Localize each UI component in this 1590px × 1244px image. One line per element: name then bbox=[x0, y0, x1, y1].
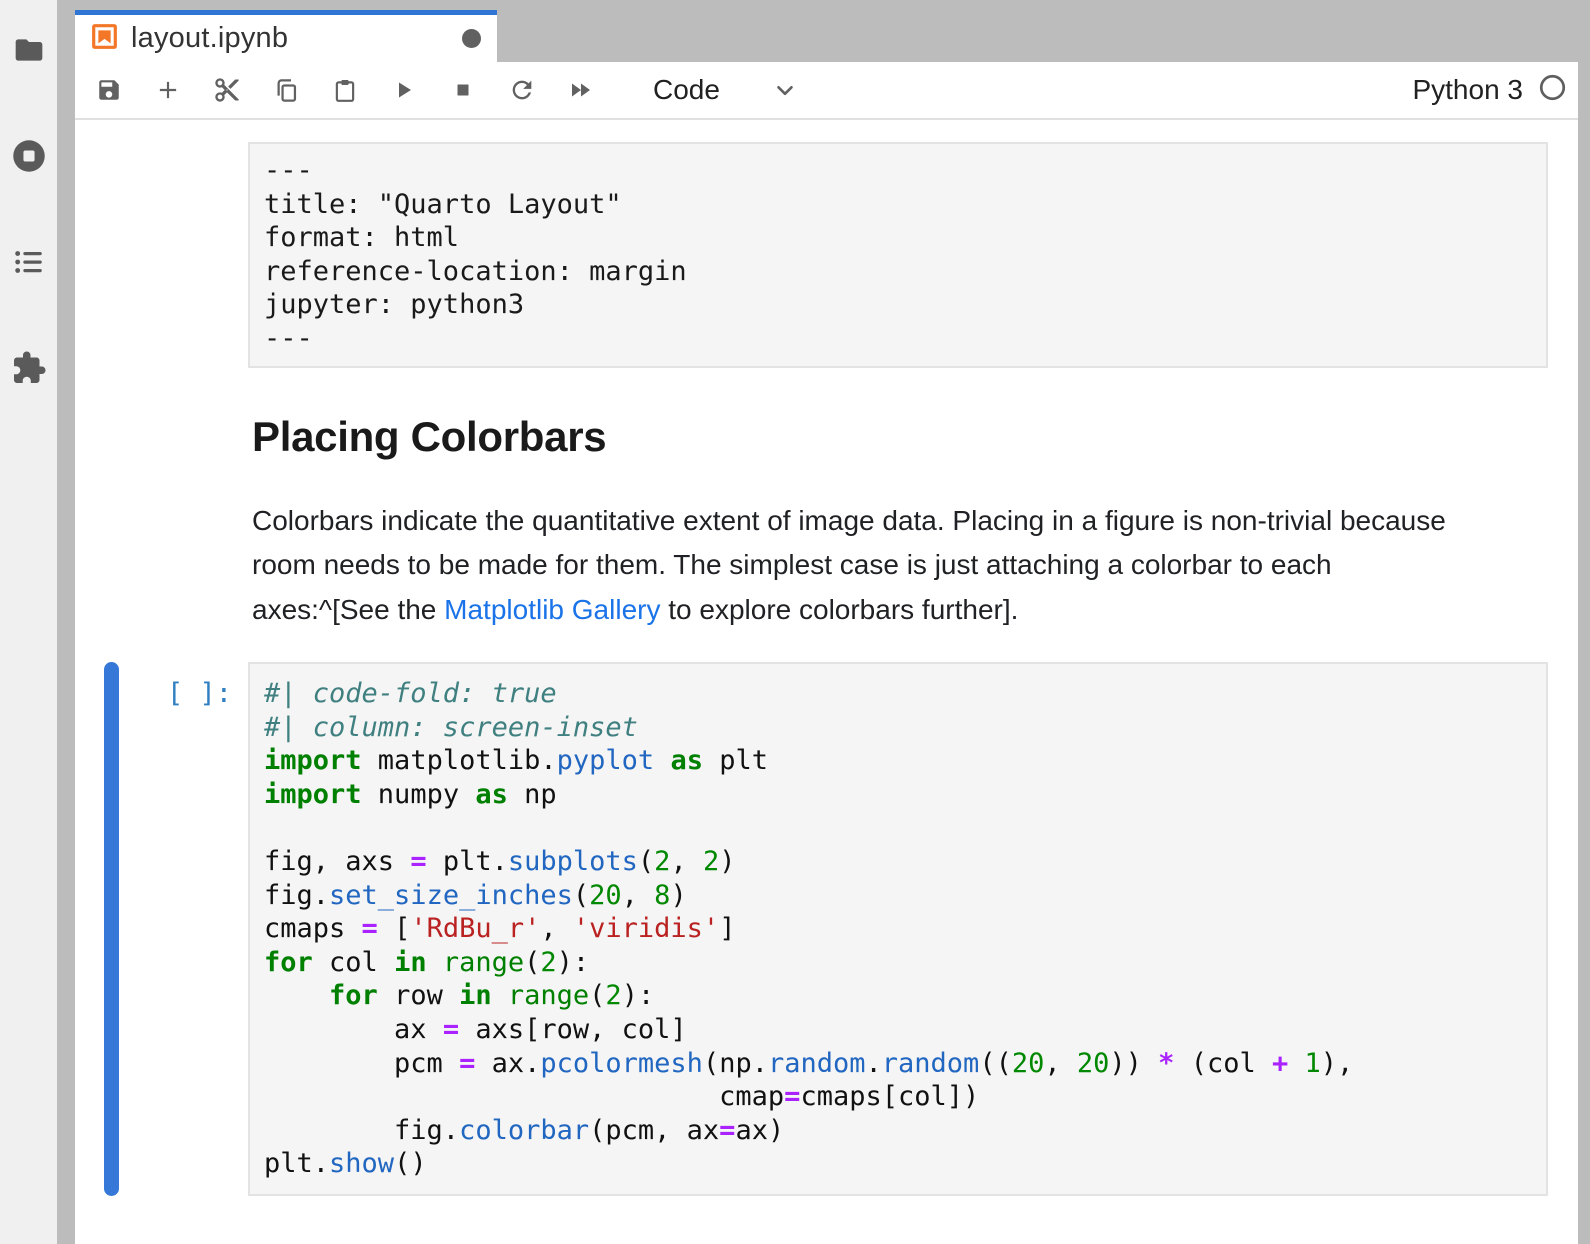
cut-cells-button[interactable] bbox=[214, 77, 240, 103]
restart-kernel-button[interactable] bbox=[509, 77, 535, 103]
input-prompt: [ ]: bbox=[119, 662, 248, 1196]
markdown-paragraph: Colorbars indicate the quantitative exte… bbox=[252, 499, 1578, 633]
sidebar-divider bbox=[57, 0, 75, 1244]
sidebar-item-running-sessions[interactable] bbox=[11, 138, 47, 174]
cell-type-value: Code bbox=[653, 74, 720, 106]
copy-cells-button[interactable] bbox=[273, 77, 299, 103]
tab-layout-ipynb[interactable]: layout.ipynb bbox=[75, 10, 497, 62]
stop-icon bbox=[451, 78, 475, 102]
unsaved-indicator[interactable] bbox=[462, 29, 481, 48]
interrupt-kernel-button[interactable] bbox=[450, 77, 476, 103]
plus-icon bbox=[155, 77, 181, 103]
scissors-icon bbox=[213, 76, 241, 104]
kernel-status-icon bbox=[1539, 74, 1566, 106]
raw-cell-editor[interactable]: ---title: "Quarto Layout"format: htmlref… bbox=[248, 142, 1548, 368]
play-icon bbox=[392, 78, 416, 102]
copy-icon bbox=[273, 77, 300, 104]
sidebar-item-file-browser[interactable] bbox=[11, 32, 47, 68]
fast-forward-icon bbox=[567, 78, 595, 102]
notebook-file-icon bbox=[91, 23, 118, 55]
sidebar-item-extensions[interactable] bbox=[11, 350, 47, 386]
stop-circle-icon bbox=[11, 138, 47, 174]
list-icon bbox=[12, 245, 46, 279]
tab-title: layout.ipynb bbox=[131, 22, 288, 55]
kernel-name-button[interactable]: Python 3 bbox=[1412, 74, 1523, 106]
cell-type-dropdown[interactable]: Code bbox=[653, 74, 798, 106]
code-cell: [ ]: #| code-fold: true#| column: screen… bbox=[75, 662, 1578, 1196]
heading-placing-colorbars: Placing Colorbars bbox=[252, 413, 1578, 461]
matplotlib-gallery-link[interactable]: Matplotlib Gallery bbox=[444, 594, 660, 625]
notebook-content: ---title: "Quarto Layout"format: htmlref… bbox=[75, 120, 1578, 1244]
clipboard-icon bbox=[332, 77, 358, 104]
paste-cells-button[interactable] bbox=[332, 77, 358, 103]
markdown-cell: Placing Colorbars Colorbars indicate the… bbox=[252, 413, 1578, 633]
left-sidebar bbox=[0, 0, 57, 1244]
add-cell-button[interactable] bbox=[155, 77, 181, 103]
puzzle-icon bbox=[11, 350, 47, 386]
notebook-panel: Code Python 3 ---title: "Quarto Layout"f… bbox=[75, 62, 1578, 1244]
folder-icon bbox=[11, 34, 47, 66]
restart-run-all-button[interactable] bbox=[568, 77, 594, 103]
code-cell-editor[interactable]: #| code-fold: true#| column: screen-inse… bbox=[248, 662, 1548, 1196]
sidebar-item-table-of-contents[interactable] bbox=[11, 244, 47, 280]
save-icon bbox=[96, 77, 122, 103]
notebook-toolbar: Code Python 3 bbox=[75, 62, 1578, 120]
save-button[interactable] bbox=[96, 77, 122, 103]
main-area: layout.ipynb bbox=[75, 0, 1590, 1244]
tab-bar: layout.ipynb bbox=[75, 0, 1590, 62]
jupyterlab-window: layout.ipynb bbox=[0, 0, 1590, 1244]
run-cell-button[interactable] bbox=[391, 77, 417, 103]
refresh-icon bbox=[508, 76, 536, 104]
scrollbar-track bbox=[1578, 62, 1590, 1244]
kernel-area: Python 3 bbox=[1412, 74, 1578, 106]
chevron-down-icon bbox=[720, 77, 798, 103]
cell-collapser[interactable] bbox=[104, 662, 119, 1196]
